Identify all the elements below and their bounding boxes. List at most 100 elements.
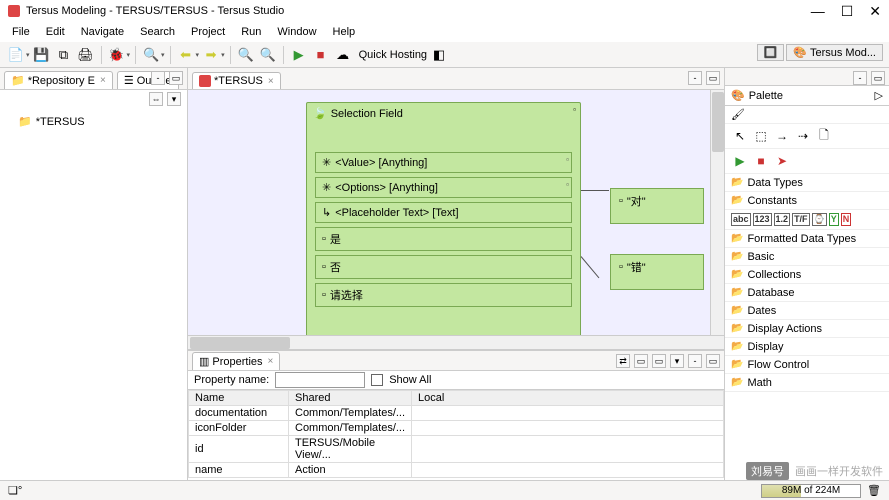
properties-table[interactable]: Name Shared Local documentationCommon/Te… (188, 389, 724, 480)
save-all-icon[interactable]: ⧉ (54, 45, 74, 65)
new-page-icon[interactable]: 🗋 (815, 127, 833, 145)
save-icon[interactable]: 💾 (32, 45, 52, 65)
minimize-view-icon[interactable]: - (688, 354, 702, 368)
stop-red-icon[interactable]: ■ (752, 152, 770, 170)
right-node-dui[interactable]: ▫"对" (610, 188, 704, 224)
section-display[interactable]: 📂Display (725, 338, 889, 356)
right-node-cuo[interactable]: ▫"错" (610, 254, 704, 290)
maximize-view-icon[interactable]: ▭ (169, 71, 183, 85)
const-time-icon[interactable]: ⌚ (812, 213, 827, 226)
section-dates[interactable]: 📂Dates (725, 302, 889, 320)
search-icon[interactable]: 🔍 (141, 45, 161, 65)
minimize-view-icon[interactable]: - (151, 71, 165, 85)
dashedarrow-tool-icon[interactable]: ⇢ (794, 127, 812, 145)
prop-action-3-icon[interactable]: ▭ (652, 354, 666, 368)
section-formatted[interactable]: 📂Formatted Data Types (725, 230, 889, 248)
slot-value[interactable]: ✳<Value> [Anything]▫ (315, 152, 572, 173)
perspective-icon[interactable]: ◧ (429, 45, 449, 65)
property-name-input[interactable] (275, 372, 365, 388)
maximize-view-icon[interactable]: ▭ (706, 71, 720, 85)
close-icon[interactable]: × (100, 75, 106, 86)
tab-repository[interactable]: 📁 *Repository E × (4, 71, 113, 89)
const-int-icon[interactable]: 123 (753, 213, 772, 226)
section-database[interactable]: 📂Database (725, 284, 889, 302)
maximize-view-icon[interactable]: ▭ (706, 354, 720, 368)
select-tool-icon[interactable]: ↖ (731, 127, 749, 145)
minimize-button[interactable]: — (811, 3, 825, 20)
section-datatypes[interactable]: 📂Data Types (725, 174, 889, 192)
run-green-icon[interactable]: ▶ (731, 152, 749, 170)
run-icon[interactable]: ▶ (289, 45, 309, 65)
arrow-red-icon[interactable]: ➤ (773, 152, 791, 170)
memory-gauge[interactable]: 89M of 224M (761, 484, 861, 498)
selection-field-node[interactable]: 🍃 Selection Field ▫ ✳<Value> [Anything]▫… (306, 102, 581, 348)
zoom-in-icon[interactable]: 🔍 (236, 45, 256, 65)
slot-options[interactable]: ✳<Options> [Anything]▫ (315, 177, 572, 198)
hscrollbar[interactable] (188, 335, 724, 349)
status-tool-icon[interactable]: ❏° (8, 484, 22, 497)
trash-icon[interactable]: 🗑 (867, 484, 881, 497)
close-icon[interactable]: × (268, 356, 274, 367)
tree-tersus-node[interactable]: 📁 *TERSUS (6, 114, 181, 129)
col-name[interactable]: Name (189, 391, 289, 406)
slot-yes[interactable]: ▫是 (315, 227, 572, 251)
section-constants[interactable]: 📂Constants (725, 192, 889, 210)
tree-menu-icon[interactable]: ▾ (167, 92, 181, 106)
col-shared[interactable]: Shared (289, 391, 412, 406)
const-float-icon[interactable]: 1.2 (774, 213, 791, 226)
menu-search[interactable]: Search (134, 24, 181, 40)
marquee-tool-icon[interactable]: ⬚ (752, 127, 770, 145)
menu-edit[interactable]: Edit (40, 24, 71, 40)
close-button[interactable]: ✕ (869, 3, 881, 20)
new-wizard-icon[interactable]: 📄 (6, 45, 26, 65)
maximize-button[interactable]: ☐ (841, 3, 854, 20)
vscrollbar[interactable] (710, 90, 724, 335)
menu-window[interactable]: Window (271, 24, 322, 40)
slot-placeholder[interactable]: ↳<Placeholder Text> [Text] (315, 202, 572, 223)
model-canvas[interactable]: 🍃 Selection Field ▫ ✳<Value> [Anything]▫… (188, 90, 724, 350)
server-icon[interactable]: ☁ (333, 45, 353, 65)
menu-navigate[interactable]: Navigate (75, 24, 130, 40)
minimize-view-icon[interactable]: - (688, 71, 702, 85)
col-local[interactable]: Local (412, 391, 724, 406)
section-flowcontrol[interactable]: 📂Flow Control (725, 356, 889, 374)
const-bool-icon[interactable]: T/F (792, 213, 810, 226)
print-icon[interactable]: 🖨 (76, 45, 96, 65)
open-perspective-button[interactable]: 🔲 (757, 44, 785, 61)
const-no-icon[interactable]: N (841, 213, 852, 226)
menu-run[interactable]: Run (235, 24, 267, 40)
zoom-out-icon[interactable]: 🔍 (258, 45, 278, 65)
tree-collapse-icon[interactable]: ⇔ (149, 92, 163, 106)
section-math[interactable]: 📂Math (725, 374, 889, 392)
slot-no[interactable]: ▫否 (315, 255, 572, 279)
quickhosting-label[interactable]: Quick Hosting (359, 49, 427, 61)
back-icon[interactable]: ⬅ (176, 45, 196, 65)
debug-icon[interactable]: 🐞 (107, 45, 127, 65)
stop-icon[interactable]: ■ (311, 45, 331, 65)
const-yes-icon[interactable]: Y (829, 213, 839, 226)
maximize-view-icon[interactable]: ▭ (871, 71, 885, 85)
const-text-icon[interactable]: abc (731, 213, 751, 226)
prop-action-1-icon[interactable]: ⇄ (616, 354, 630, 368)
prop-action-2-icon[interactable]: ▭ (634, 354, 648, 368)
showall-checkbox[interactable] (371, 374, 383, 386)
section-basic[interactable]: 📂Basic (725, 248, 889, 266)
palette-header[interactable]: 🎨 Palette ▷ (725, 86, 889, 106)
tab-tersus-model[interactable]: *TERSUS × (192, 72, 281, 89)
arrow-tool-icon[interactable]: → (773, 127, 791, 145)
section-collections[interactable]: 📂Collections (725, 266, 889, 284)
prop-menu-icon[interactable]: ▾ (670, 354, 684, 368)
perspective-tersus[interactable]: 🎨Tersus Mod... (786, 44, 883, 61)
arrow-right-icon[interactable]: ▷ (875, 89, 883, 102)
menu-file[interactable]: File (6, 24, 36, 40)
section-displayactions[interactable]: 📂Display Actions (725, 320, 889, 338)
slot-pleaseselect[interactable]: ▫请选择 (315, 283, 572, 307)
brush-icon[interactable]: 🖌 (731, 109, 745, 121)
close-icon[interactable]: × (268, 76, 274, 87)
forward-icon[interactable]: ➡ (201, 45, 221, 65)
node-control-icon[interactable]: ▫ (573, 105, 576, 114)
tab-properties[interactable]: ▥ Properties × (192, 352, 280, 370)
minimize-view-icon[interactable]: - (853, 71, 867, 85)
menu-project[interactable]: Project (185, 24, 231, 40)
menu-help[interactable]: Help (327, 24, 362, 40)
